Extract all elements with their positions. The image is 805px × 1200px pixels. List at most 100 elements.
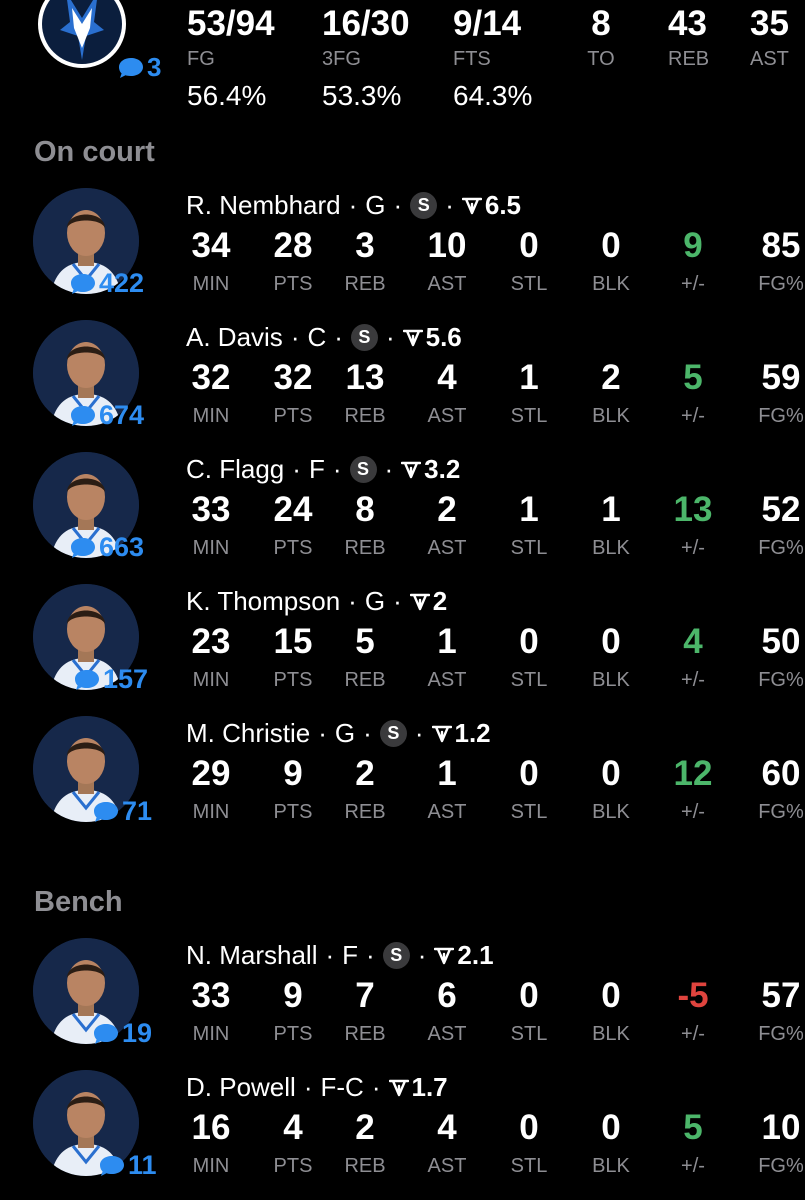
stat-value: 52 <box>761 490 801 529</box>
stat-value: 13 <box>345 358 385 397</box>
team-stat-label: FG <box>187 48 215 70</box>
separator: · <box>366 940 375 970</box>
player-position: F-C <box>320 1072 364 1102</box>
player-name-line[interactable]: M. Christie · G · S · 1.2 <box>186 718 491 749</box>
player-chat-count: 674 <box>99 400 145 430</box>
stat-min: 16 MIN <box>166 1106 256 1180</box>
player-chat-badge[interactable]: 674 <box>70 400 144 431</box>
stat-label: +/- <box>681 1155 705 1177</box>
stat-value: 32 <box>191 358 231 397</box>
stat-blk: 0 BLK <box>566 224 656 298</box>
player-name-line[interactable]: K. Thompson · G · 2 <box>186 586 447 617</box>
separator: · <box>363 718 372 748</box>
stat-stl: 1 STL <box>484 488 574 562</box>
player-row[interactable]: 674 A. Davis · C · S · 5.6 32 MIN 32 PTS 13 REB 4 AST 1 S… <box>0 320 805 452</box>
stat-ast: 6 AST <box>402 974 492 1048</box>
player-rating: 3.2 <box>401 454 460 485</box>
stat-label: AST <box>427 1155 467 1177</box>
team-stat-value: 43 <box>668 4 707 43</box>
player-chat-badge[interactable]: 663 <box>70 532 144 563</box>
team-chat-badge[interactable]: 3 <box>118 52 161 83</box>
team-stat-fts: 9/14 FTS 64.3% <box>453 2 532 114</box>
stat-label: STL <box>510 537 548 559</box>
stat-value: 34 <box>191 226 231 265</box>
stat-value: 10 <box>427 226 467 265</box>
player-chat-count: 663 <box>99 532 145 562</box>
stat-value: 50 <box>761 622 801 661</box>
player-name-line[interactable]: D. Powell · F-C · 1.7 <box>186 1072 448 1103</box>
stat-label: +/- <box>681 669 705 691</box>
stat-value: 5 <box>355 622 375 661</box>
player-chat-badge[interactable]: 19 <box>93 1018 152 1049</box>
player-chat-badge[interactable]: 11 <box>99 1150 157 1181</box>
team-stat-value: 8 <box>591 4 611 43</box>
player-chat-badge[interactable]: 71 <box>93 796 152 827</box>
player-name-line[interactable]: N. Marshall · F · S · 2.1 <box>186 940 494 971</box>
rating-arrow-icon <box>388 1079 409 1096</box>
stat-label: FG% <box>758 273 804 295</box>
stat-value: 1 <box>601 490 621 529</box>
separator: · <box>332 454 342 484</box>
stat-label: FG% <box>758 669 804 691</box>
stat-pm: -5 +/- <box>648 974 738 1048</box>
stat-value: 2 <box>437 490 457 529</box>
stat-ast: 10 AST <box>402 224 492 298</box>
separator: · <box>334 322 343 352</box>
stat-value: 23 <box>191 622 231 661</box>
stat-value: 85 <box>761 226 801 265</box>
stat-value: 0 <box>519 226 539 265</box>
player-rating: 1.2 <box>431 718 491 749</box>
player-name-line[interactable]: R. Nembhard · G · S · 6.5 <box>186 190 521 221</box>
stat-value: 59 <box>761 358 801 397</box>
stat-blk: 1 BLK <box>566 488 656 562</box>
player-row[interactable]: 11 D. Powell · F-C · 1.7 16 MIN 4 PTS 2 REB 4 AST 0 STL… <box>0 1070 805 1200</box>
rating-arrow-icon <box>461 197 482 214</box>
stat-value: 1 <box>437 754 457 793</box>
stat-value: 12 <box>673 754 713 793</box>
stat-label: +/- <box>681 273 705 295</box>
player-row[interactable]: 157 K. Thompson · G · 2 23 MIN 15 PTS 5 REB 1 AST 0 STL… <box>0 584 805 716</box>
player-rating: 2.1 <box>434 940 494 971</box>
team-chat-count: 3 <box>147 52 162 82</box>
stat-value: 60 <box>761 754 801 793</box>
stat-pm: 13 +/- <box>648 488 738 562</box>
stat-reb: 3 REB <box>320 224 410 298</box>
team-stat-label: TO <box>587 48 615 70</box>
player-row[interactable]: 19 N. Marshall · F · S · 2.1 33 MIN 9 PTS 7 REB 6 AST 0 S… <box>0 938 805 1070</box>
separator: · <box>292 454 301 484</box>
stat-min: 29 MIN <box>166 752 256 826</box>
stat-ast: 1 AST <box>402 620 492 694</box>
separator: · <box>303 1072 313 1102</box>
team-stat-value: 9/14 <box>453 4 522 43</box>
stat-value: 0 <box>601 226 621 265</box>
stat-label: MIN <box>192 1023 230 1045</box>
separator: · <box>384 454 394 484</box>
rating-value: 1.2 <box>454 718 491 748</box>
stat-reb: 8 REB <box>320 488 410 562</box>
stat-value: 2 <box>601 358 621 397</box>
stat-value: 1 <box>519 490 539 529</box>
stat-value: 7 <box>355 976 375 1015</box>
player-chat-count: 71 <box>122 796 153 826</box>
player-chat-badge[interactable]: 422 <box>70 268 144 299</box>
stat-stl: 0 STL <box>484 1106 574 1180</box>
stat-label: +/- <box>681 405 705 427</box>
player-name: A. Davis <box>186 322 283 352</box>
player-row[interactable]: 422 R. Nembhard · G · S · 6.5 34 MIN 28 PTS 3 REB 10 AS… <box>0 188 805 320</box>
player-row[interactable]: 71 M. Christie · G · S · 1.2 29 MIN 9 PTS 2 REB 1 AST 0 S… <box>0 716 805 848</box>
stat-value: 5 <box>683 1108 703 1147</box>
player-name-line[interactable]: C. Flagg · F · S · 3.2 <box>186 454 460 485</box>
player-chat-count: 422 <box>99 268 145 298</box>
player-row[interactable]: 663 C. Flagg · F · S · 3.2 33 MIN 24 PTS 8 REB 2 AST 1 ST… <box>0 452 805 584</box>
stat-fg: 50 FG% <box>736 620 805 694</box>
stat-label: REB <box>344 669 386 691</box>
stat-label: BLK <box>592 537 630 559</box>
player-chat-badge[interactable]: 157 <box>74 664 148 695</box>
stat-blk: 0 BLK <box>566 1106 656 1180</box>
stat-label: MIN <box>192 273 230 295</box>
player-name-line[interactable]: A. Davis · C · S · 5.6 <box>186 322 462 353</box>
starter-badge: S <box>350 324 378 351</box>
stat-fg: 60 FG% <box>736 752 805 826</box>
stat-reb: 5 REB <box>320 620 410 694</box>
player-position: F <box>342 940 359 970</box>
